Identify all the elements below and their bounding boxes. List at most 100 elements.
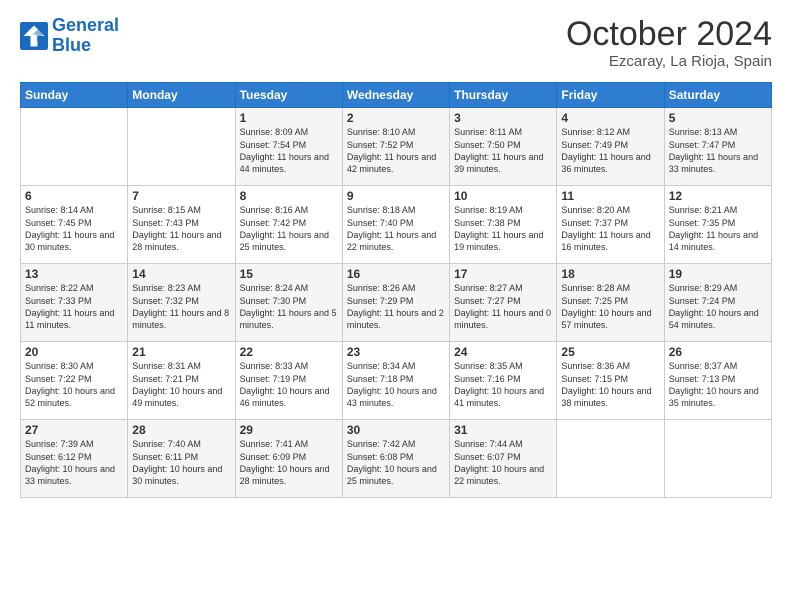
- weekday-header: Friday: [557, 83, 664, 108]
- day-number: 14: [132, 267, 230, 281]
- calendar-cell: 30Sunrise: 7:42 AM Sunset: 6:08 PM Dayli…: [342, 420, 449, 498]
- day-number: 18: [561, 267, 659, 281]
- day-number: 8: [240, 189, 338, 203]
- calendar-cell: 25Sunrise: 8:36 AM Sunset: 7:15 PM Dayli…: [557, 342, 664, 420]
- calendar-cell: [664, 420, 771, 498]
- calendar-cell: 3Sunrise: 8:11 AM Sunset: 7:50 PM Daylig…: [450, 108, 557, 186]
- cell-info: Sunrise: 8:14 AM Sunset: 7:45 PM Dayligh…: [25, 204, 123, 253]
- day-number: 31: [454, 423, 552, 437]
- calendar-cell: 5Sunrise: 8:13 AM Sunset: 7:47 PM Daylig…: [664, 108, 771, 186]
- day-number: 1: [240, 111, 338, 125]
- calendar-week-row: 27Sunrise: 7:39 AM Sunset: 6:12 PM Dayli…: [21, 420, 772, 498]
- cell-info: Sunrise: 8:11 AM Sunset: 7:50 PM Dayligh…: [454, 126, 552, 175]
- day-number: 28: [132, 423, 230, 437]
- calendar-cell: 28Sunrise: 7:40 AM Sunset: 6:11 PM Dayli…: [128, 420, 235, 498]
- cell-info: Sunrise: 8:24 AM Sunset: 7:30 PM Dayligh…: [240, 282, 338, 331]
- cell-info: Sunrise: 8:33 AM Sunset: 7:19 PM Dayligh…: [240, 360, 338, 409]
- cell-info: Sunrise: 7:41 AM Sunset: 6:09 PM Dayligh…: [240, 438, 338, 487]
- logo-icon: [20, 22, 48, 50]
- calendar-cell: 10Sunrise: 8:19 AM Sunset: 7:38 PM Dayli…: [450, 186, 557, 264]
- weekday-header: Sunday: [21, 83, 128, 108]
- cell-info: Sunrise: 8:29 AM Sunset: 7:24 PM Dayligh…: [669, 282, 767, 331]
- calendar-cell: 18Sunrise: 8:28 AM Sunset: 7:25 PM Dayli…: [557, 264, 664, 342]
- cell-info: Sunrise: 7:39 AM Sunset: 6:12 PM Dayligh…: [25, 438, 123, 487]
- calendar-week-row: 1Sunrise: 8:09 AM Sunset: 7:54 PM Daylig…: [21, 108, 772, 186]
- day-number: 12: [669, 189, 767, 203]
- cell-info: Sunrise: 8:15 AM Sunset: 7:43 PM Dayligh…: [132, 204, 230, 253]
- cell-info: Sunrise: 8:34 AM Sunset: 7:18 PM Dayligh…: [347, 360, 445, 409]
- calendar-cell: 29Sunrise: 7:41 AM Sunset: 6:09 PM Dayli…: [235, 420, 342, 498]
- calendar-cell: 15Sunrise: 8:24 AM Sunset: 7:30 PM Dayli…: [235, 264, 342, 342]
- cell-info: Sunrise: 7:40 AM Sunset: 6:11 PM Dayligh…: [132, 438, 230, 487]
- cell-info: Sunrise: 8:26 AM Sunset: 7:29 PM Dayligh…: [347, 282, 445, 331]
- cell-info: Sunrise: 8:23 AM Sunset: 7:32 PM Dayligh…: [132, 282, 230, 331]
- calendar-cell: 31Sunrise: 7:44 AM Sunset: 6:07 PM Dayli…: [450, 420, 557, 498]
- logo: General Blue: [20, 16, 119, 56]
- cell-info: Sunrise: 8:37 AM Sunset: 7:13 PM Dayligh…: [669, 360, 767, 409]
- day-number: 16: [347, 267, 445, 281]
- calendar-cell: 19Sunrise: 8:29 AM Sunset: 7:24 PM Dayli…: [664, 264, 771, 342]
- calendar-cell: 17Sunrise: 8:27 AM Sunset: 7:27 PM Dayli…: [450, 264, 557, 342]
- weekday-header: Wednesday: [342, 83, 449, 108]
- header: General Blue October 2024 Ezcaray, La Ri…: [20, 16, 772, 70]
- cell-info: Sunrise: 8:21 AM Sunset: 7:35 PM Dayligh…: [669, 204, 767, 253]
- calendar-cell: [557, 420, 664, 498]
- day-number: 20: [25, 345, 123, 359]
- day-number: 4: [561, 111, 659, 125]
- cell-info: Sunrise: 8:18 AM Sunset: 7:40 PM Dayligh…: [347, 204, 445, 253]
- day-number: 30: [347, 423, 445, 437]
- day-number: 10: [454, 189, 552, 203]
- cell-info: Sunrise: 8:35 AM Sunset: 7:16 PM Dayligh…: [454, 360, 552, 409]
- calendar-week-row: 13Sunrise: 8:22 AM Sunset: 7:33 PM Dayli…: [21, 264, 772, 342]
- weekday-header: Tuesday: [235, 83, 342, 108]
- location: Ezcaray, La Rioja, Spain: [566, 53, 772, 70]
- day-number: 24: [454, 345, 552, 359]
- calendar-cell: [128, 108, 235, 186]
- cell-info: Sunrise: 8:20 AM Sunset: 7:37 PM Dayligh…: [561, 204, 659, 253]
- page: General Blue October 2024 Ezcaray, La Ri…: [0, 0, 792, 508]
- day-number: 26: [669, 345, 767, 359]
- cell-info: Sunrise: 8:27 AM Sunset: 7:27 PM Dayligh…: [454, 282, 552, 331]
- weekday-header: Monday: [128, 83, 235, 108]
- calendar-cell: 20Sunrise: 8:30 AM Sunset: 7:22 PM Dayli…: [21, 342, 128, 420]
- cell-info: Sunrise: 8:19 AM Sunset: 7:38 PM Dayligh…: [454, 204, 552, 253]
- cell-info: Sunrise: 8:13 AM Sunset: 7:47 PM Dayligh…: [669, 126, 767, 175]
- title-block: October 2024 Ezcaray, La Rioja, Spain: [566, 16, 772, 70]
- calendar-table: SundayMondayTuesdayWednesdayThursdayFrid…: [20, 82, 772, 498]
- calendar-cell: 8Sunrise: 8:16 AM Sunset: 7:42 PM Daylig…: [235, 186, 342, 264]
- weekday-header: Thursday: [450, 83, 557, 108]
- day-number: 13: [25, 267, 123, 281]
- day-number: 3: [454, 111, 552, 125]
- cell-info: Sunrise: 8:09 AM Sunset: 7:54 PM Dayligh…: [240, 126, 338, 175]
- cell-info: Sunrise: 7:44 AM Sunset: 6:07 PM Dayligh…: [454, 438, 552, 487]
- weekday-header: Saturday: [664, 83, 771, 108]
- day-number: 25: [561, 345, 659, 359]
- day-number: 19: [669, 267, 767, 281]
- day-number: 6: [25, 189, 123, 203]
- cell-info: Sunrise: 8:30 AM Sunset: 7:22 PM Dayligh…: [25, 360, 123, 409]
- day-number: 9: [347, 189, 445, 203]
- calendar-cell: 9Sunrise: 8:18 AM Sunset: 7:40 PM Daylig…: [342, 186, 449, 264]
- calendar-cell: 22Sunrise: 8:33 AM Sunset: 7:19 PM Dayli…: [235, 342, 342, 420]
- calendar-cell: 23Sunrise: 8:34 AM Sunset: 7:18 PM Dayli…: [342, 342, 449, 420]
- logo-text: General Blue: [52, 16, 119, 56]
- day-number: 15: [240, 267, 338, 281]
- day-number: 17: [454, 267, 552, 281]
- calendar-cell: 7Sunrise: 8:15 AM Sunset: 7:43 PM Daylig…: [128, 186, 235, 264]
- cell-info: Sunrise: 7:42 AM Sunset: 6:08 PM Dayligh…: [347, 438, 445, 487]
- calendar-cell: 27Sunrise: 7:39 AM Sunset: 6:12 PM Dayli…: [21, 420, 128, 498]
- day-number: 22: [240, 345, 338, 359]
- day-number: 11: [561, 189, 659, 203]
- cell-info: Sunrise: 8:16 AM Sunset: 7:42 PM Dayligh…: [240, 204, 338, 253]
- calendar-cell: 14Sunrise: 8:23 AM Sunset: 7:32 PM Dayli…: [128, 264, 235, 342]
- day-number: 29: [240, 423, 338, 437]
- cell-info: Sunrise: 8:22 AM Sunset: 7:33 PM Dayligh…: [25, 282, 123, 331]
- calendar-cell: 1Sunrise: 8:09 AM Sunset: 7:54 PM Daylig…: [235, 108, 342, 186]
- calendar-cell: 21Sunrise: 8:31 AM Sunset: 7:21 PM Dayli…: [128, 342, 235, 420]
- calendar-cell: [21, 108, 128, 186]
- cell-info: Sunrise: 8:28 AM Sunset: 7:25 PM Dayligh…: [561, 282, 659, 331]
- calendar-cell: 26Sunrise: 8:37 AM Sunset: 7:13 PM Dayli…: [664, 342, 771, 420]
- calendar-cell: 12Sunrise: 8:21 AM Sunset: 7:35 PM Dayli…: [664, 186, 771, 264]
- day-number: 7: [132, 189, 230, 203]
- calendar-cell: 16Sunrise: 8:26 AM Sunset: 7:29 PM Dayli…: [342, 264, 449, 342]
